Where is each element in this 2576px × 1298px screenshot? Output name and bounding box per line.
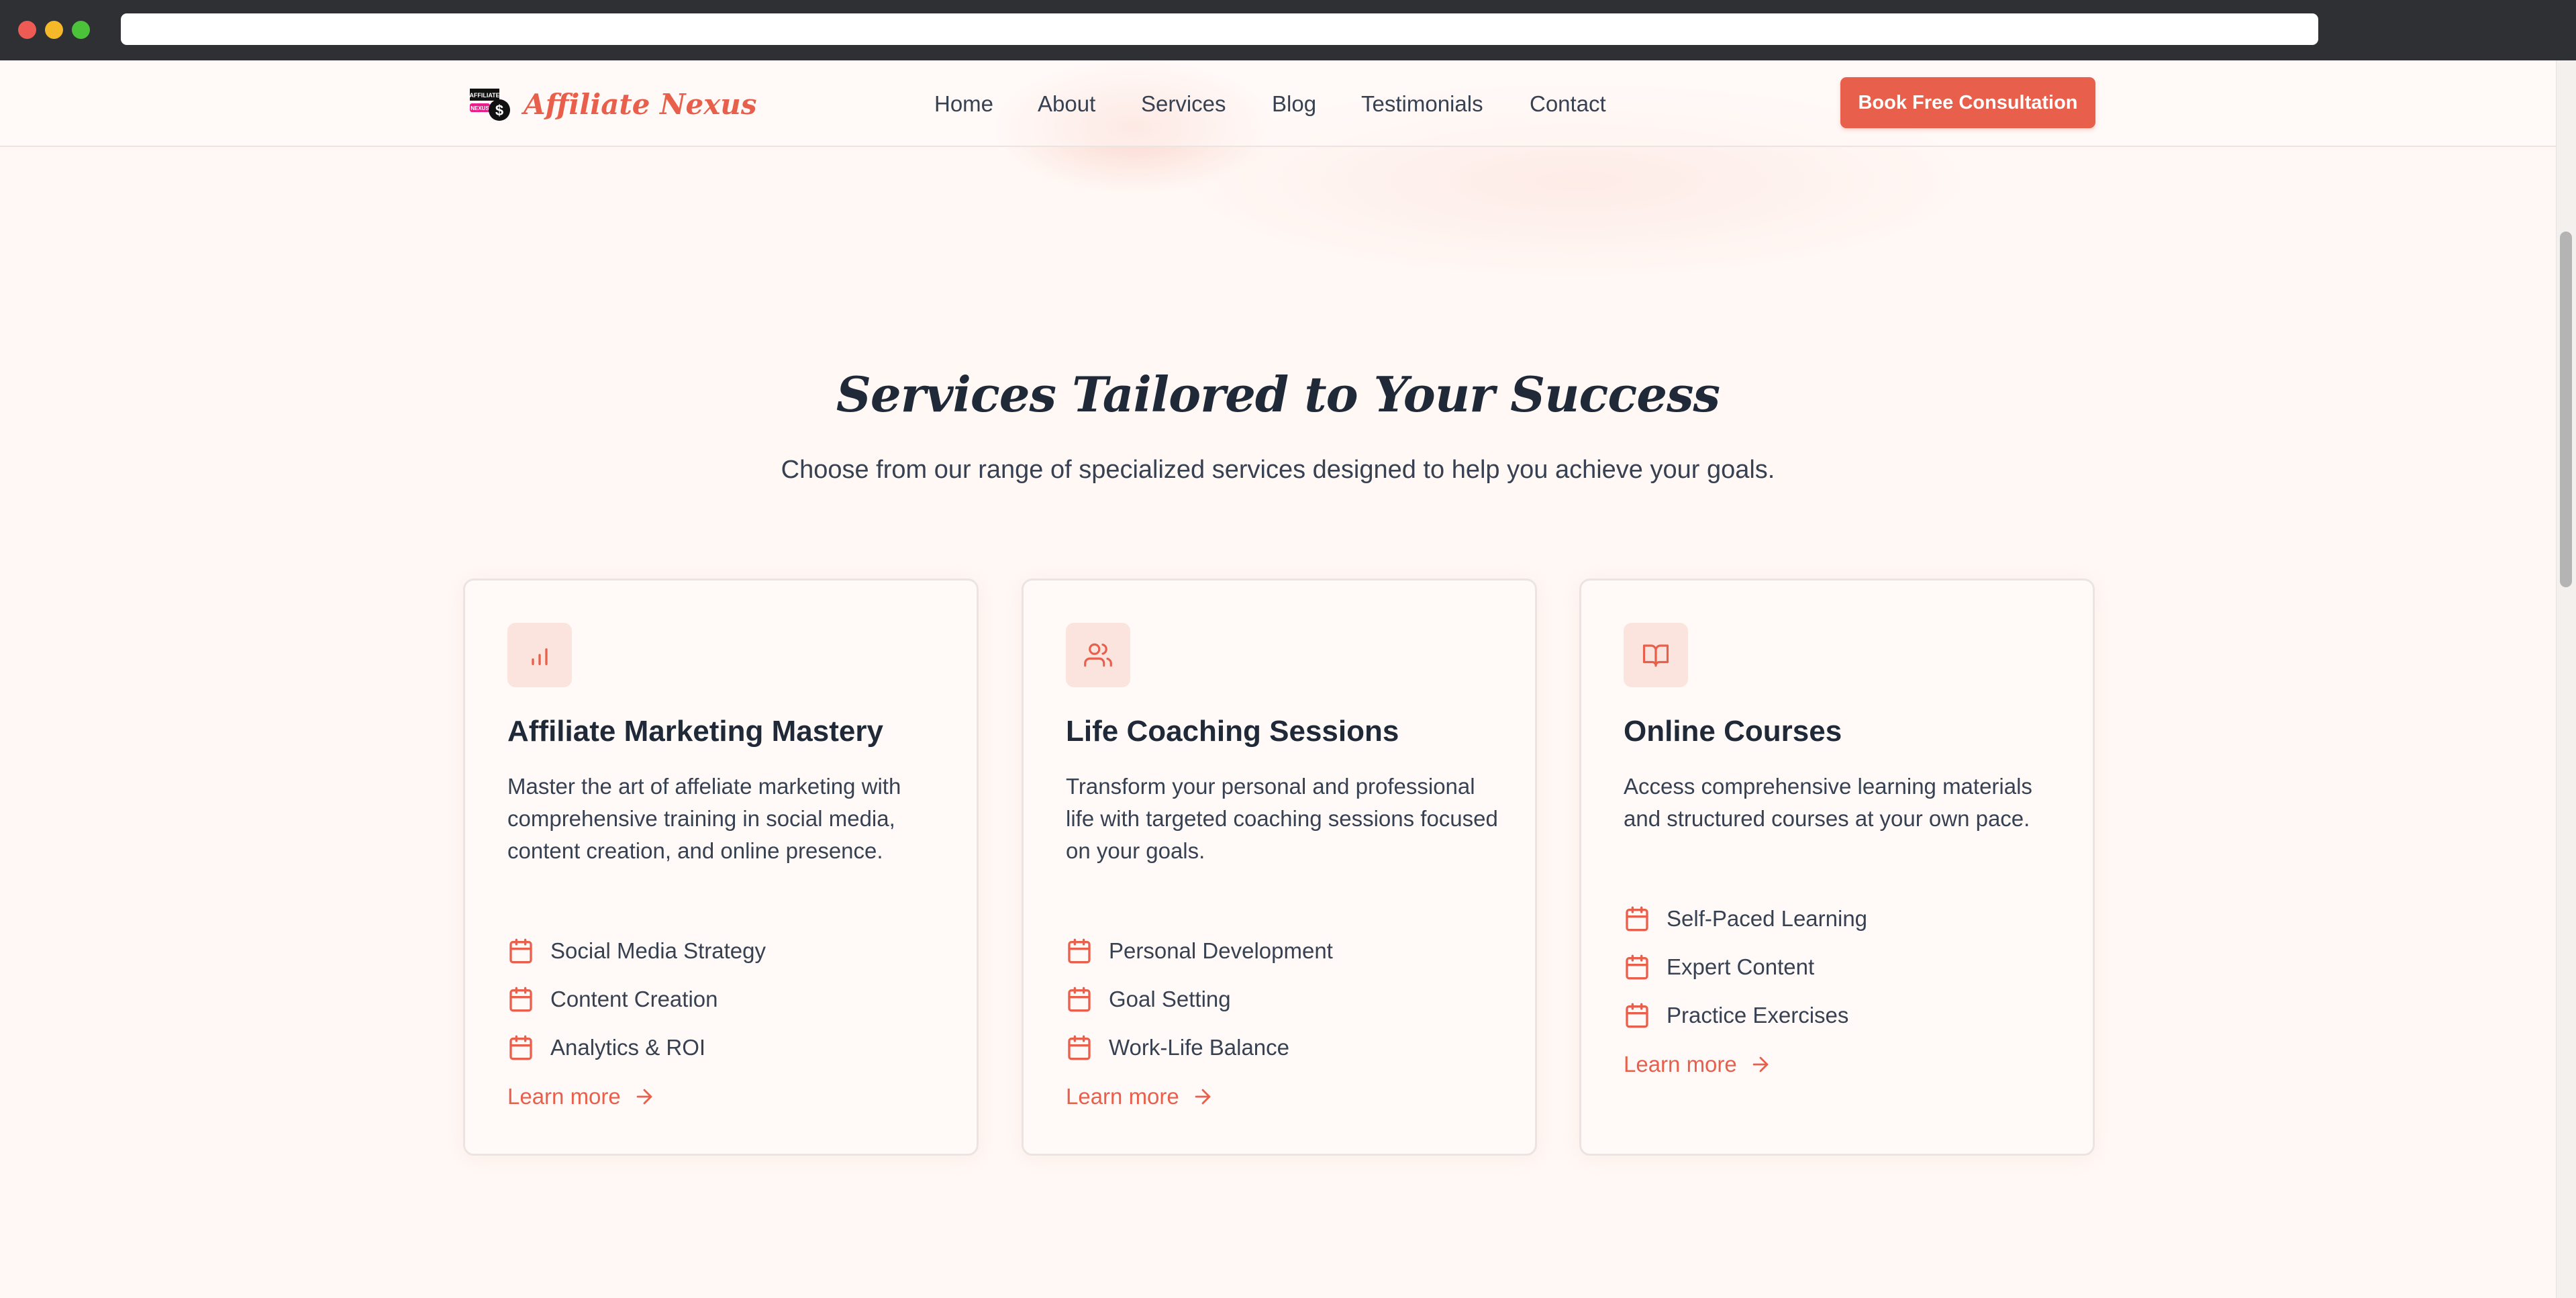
service-card: Affiliate Marketing Mastery Master the a… [463,579,979,1156]
feature-list: Social Media Strategy Content Creation A… [507,927,950,1072]
book-consultation-button[interactable]: Book Free Consultation [1840,77,2095,128]
nav-item-home[interactable]: Home [934,87,993,121]
card-title: Affiliate Marketing Mastery [507,715,883,748]
card-description: Access comprehensive learning materials … [1624,774,2032,831]
feature-label: Analytics & ROI [550,1035,706,1060]
users-icon [1066,623,1130,687]
section-title: Services Tailored to Your Success [836,366,1720,423]
learn-more-label: Learn more [507,1084,621,1109]
calendar-icon [1068,987,1091,1012]
section-subtitle: Choose from our range of specialized ser… [781,456,1775,484]
page: AFFILIATE NEXUS $ Affiliate Nexus Home A… [0,60,2556,1298]
calendar-icon [509,938,532,964]
feature-label: Work-Life Balance [1109,1035,1290,1060]
card-description: Transform your personal and professional… [1066,774,1498,863]
calendar-icon [1068,1035,1091,1060]
feature-label: Content Creation [550,987,718,1011]
nav-item-about[interactable]: About [1038,87,1095,121]
svg-text:$: $ [495,102,503,119]
feature-item: Self-Paced Learning [1624,895,2067,943]
nav-item-testimonials[interactable]: Testimonials [1361,87,1483,121]
book-open-icon [1624,623,1688,687]
bar-chart-icon [507,623,572,687]
logo-icon[interactable]: AFFILIATE NEXUS $ [468,87,511,122]
feature-label: Personal Development [1109,938,1333,963]
feature-label: Self-Paced Learning [1667,906,1868,931]
brand-name[interactable]: Affiliate Nexus [524,85,756,125]
feature-label: Practice Exercises [1667,1003,1849,1028]
arrow-right-icon [1195,1089,1211,1105]
feature-list: Self-Paced Learning Expert Content Pract… [1624,895,2067,1040]
feature-item: Goal Setting [1066,975,1509,1024]
close-window-button[interactable] [18,21,36,39]
arrow-right-icon [636,1089,652,1105]
scrollbar-thumb[interactable] [2560,232,2572,587]
card-description: Master the art of affeliate marketing wi… [507,774,901,863]
learn-more-label: Learn more [1066,1084,1179,1109]
calendar-icon [1626,1003,1648,1028]
feature-item: Content Creation [507,975,950,1024]
learn-more-link[interactable]: Learn more [1624,1048,1772,1081]
calendar-icon [1068,938,1091,964]
nav-item-contact[interactable]: Contact [1530,87,1606,121]
maximize-window-button[interactable] [72,21,90,39]
service-card: Online Courses Access comprehensive lear… [1579,579,2095,1156]
card-title: Life Coaching Sessions [1066,715,1399,748]
feature-item: Analytics & ROI [507,1024,950,1072]
feature-item: Expert Content [1624,943,2067,991]
learn-more-link[interactable]: Learn more [507,1080,656,1113]
card-title: Online Courses [1624,715,1842,748]
feature-list: Personal Development Goal Setting Work-L… [1066,927,1509,1072]
svg-text:NEXUS: NEXUS [470,105,489,111]
browser-chrome [0,0,2576,60]
service-card: Life Coaching Sessions Transform your pe… [1022,579,1537,1156]
arrow-right-icon [1752,1056,1769,1072]
feature-item: Work-Life Balance [1066,1024,1509,1072]
feature-label: Goal Setting [1109,987,1231,1011]
minimize-window-button[interactable] [45,21,63,39]
feature-item: Practice Exercises [1624,991,2067,1040]
calendar-icon [509,1035,532,1060]
svg-text:AFFILIATE: AFFILIATE [469,92,499,99]
feature-item: Personal Development [1066,927,1509,975]
feature-label: Social Media Strategy [550,938,766,963]
feature-item: Social Media Strategy [507,927,950,975]
calendar-icon [509,987,532,1012]
site-header: AFFILIATE NEXUS $ Affiliate Nexus Home A… [0,60,2556,147]
calendar-icon [1626,954,1648,980]
nav-item-blog[interactable]: Blog [1272,87,1316,121]
feature-label: Expert Content [1667,954,1815,979]
address-bar[interactable] [121,13,2318,45]
learn-more-label: Learn more [1624,1052,1737,1077]
calendar-icon [1626,906,1648,932]
learn-more-link[interactable]: Learn more [1066,1080,1214,1113]
nav-item-services[interactable]: Services [1141,87,1226,121]
